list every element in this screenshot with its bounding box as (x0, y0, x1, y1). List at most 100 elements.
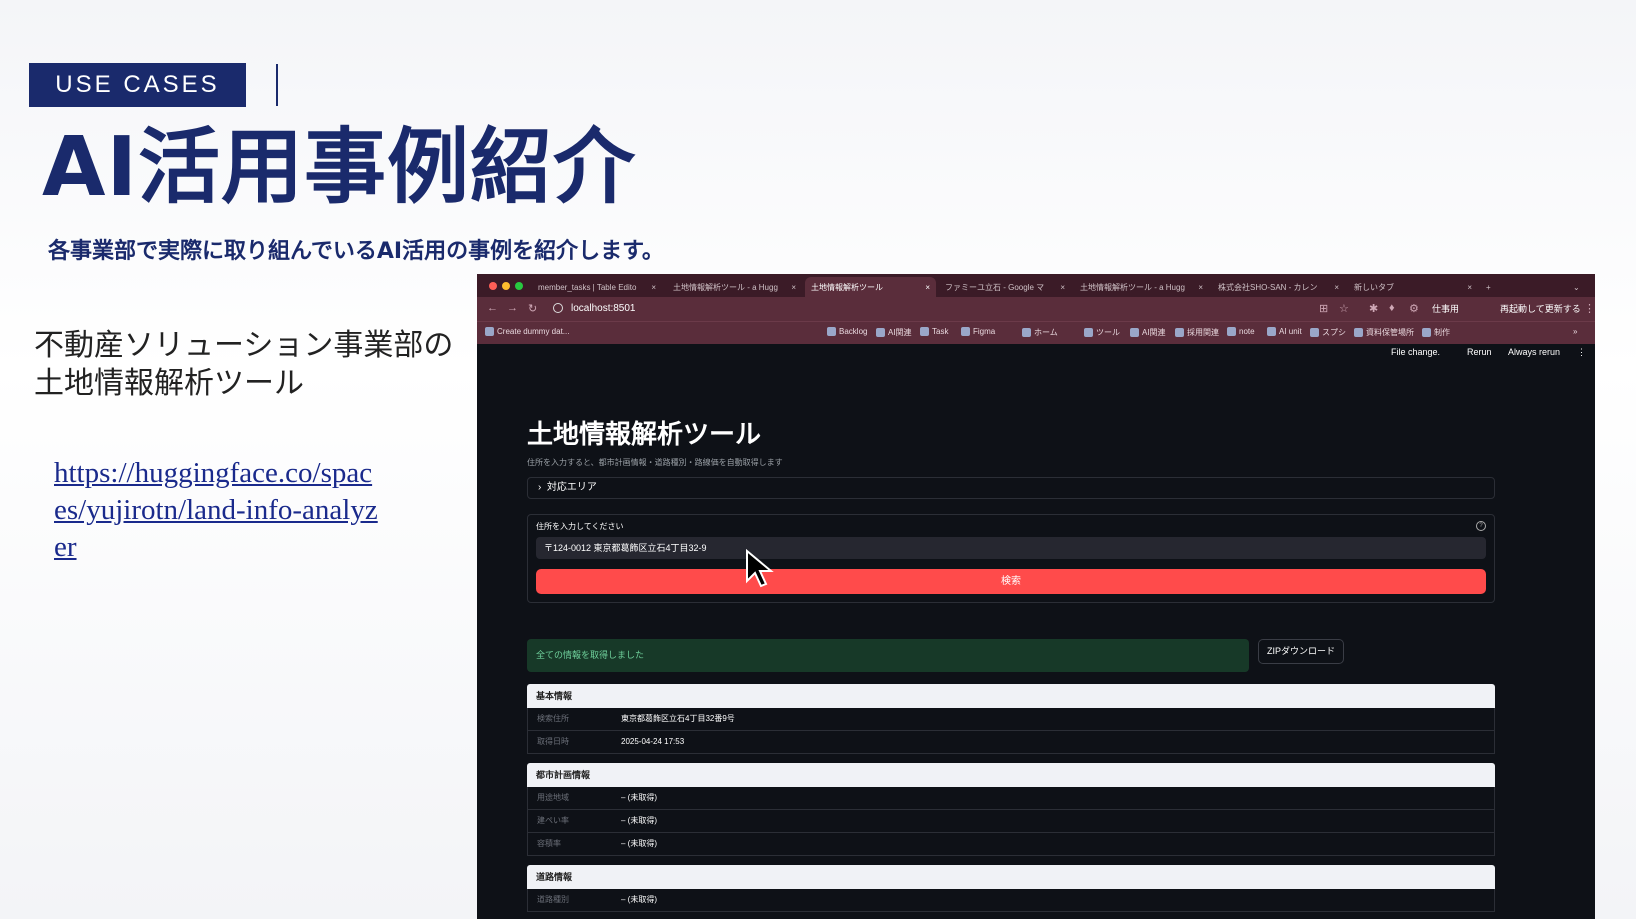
close-window-icon[interactable] (489, 282, 497, 290)
expander-label: 対応エリア (546, 482, 597, 493)
bookmark-item[interactable]: ホーム (1022, 327, 1058, 338)
bookmark-item[interactable]: AI unit (1267, 327, 1302, 337)
close-icon[interactable]: × (1463, 283, 1472, 292)
tab-label: ファミーユ立石 - Google マ (945, 282, 1045, 292)
row-key: 道路種別 (537, 895, 569, 904)
help-icon[interactable]: ? (1476, 521, 1486, 531)
close-icon[interactable]: × (1194, 283, 1203, 292)
row-value: 2025-04-24 17:53 (621, 737, 685, 746)
row-key: 容積率 (537, 839, 561, 848)
bookmark-label: Create dummy dat... (497, 327, 570, 336)
search-form: 住所を入力してください ? 〒124-0012 東京都葛飾区立石4丁目32-9 … (527, 514, 1495, 603)
section-header: 都市計画情報 (527, 763, 1495, 787)
bookmark-item[interactable]: Figma (961, 327, 996, 337)
section-header: 道路情報 (527, 865, 1495, 889)
browser-tab[interactable]: 新しいタブ × (1348, 277, 1478, 297)
table-row: 容積率 – (未取得) (527, 833, 1495, 856)
browser-tab[interactable]: 株式会社SHO-SAN - カレン × (1212, 277, 1345, 297)
site-info-icon (553, 303, 563, 314)
bookmark-folder[interactable]: AI関連 (1130, 327, 1166, 338)
url-text: localhost:8501 (571, 303, 636, 314)
bookmark-folder[interactable]: スプシ (1310, 327, 1346, 338)
slide-subtitle: 各事業部で実際に取り組んでいるAI活用の事例を紹介します。 (48, 239, 664, 264)
table-row: 道路種別 – (未取得) (527, 889, 1495, 912)
row-value: 東京都葛飾区立石4丁目32番9号 (621, 714, 735, 723)
bookmark-folder[interactable]: 制作 (1422, 327, 1450, 338)
new-tab-button[interactable]: + (1480, 277, 1500, 297)
mouse-cursor-icon (746, 549, 774, 588)
bookmark-label: Backlog (839, 327, 868, 336)
close-icon[interactable]: × (1330, 283, 1339, 292)
bookmark-label: AI unit (1279, 327, 1302, 336)
row-key: 建ぺい率 (537, 816, 569, 825)
close-icon[interactable]: × (787, 283, 796, 292)
row-value: – (未取得) (621, 895, 657, 904)
address-input-label: 住所を入力してください (536, 522, 624, 531)
always-rerun-button[interactable]: Always rerun (1508, 347, 1560, 357)
results-table: 基本情報 検索住所 東京都葛飾区立石4丁目32番9号 取得日時 2025-04-24… (527, 684, 1495, 912)
reload-icon[interactable]: ↻ (528, 302, 537, 315)
bookmark-item[interactable]: Create dummy dat... (485, 327, 570, 337)
zip-download-button[interactable]: ZIPダウンロード (1258, 639, 1344, 664)
relaunch-update-button[interactable]: 再起動して更新する (1500, 301, 1581, 317)
chevron-right-icon: › (538, 482, 547, 493)
bookmark-label: Figma (973, 327, 996, 336)
tab-label: 株式会社SHO-SAN - カレン (1218, 282, 1318, 292)
bookmark-item[interactable]: Task (920, 327, 948, 337)
profile-button[interactable]: 仕事用 (1432, 301, 1459, 317)
tab-label: member_tasks | Table Edito (538, 282, 637, 292)
back-icon[interactable]: ← (487, 302, 498, 314)
table-row: 取得日時 2025-04-24 17:53 (527, 731, 1495, 754)
tab-label: 土地情報解析ツール (811, 282, 883, 292)
more-bookmarks-icon[interactable]: » (1573, 327, 1577, 336)
search-button[interactable]: 検索 (536, 569, 1486, 594)
browser-tab[interactable]: 土地情報解析ツール - a Hugg × (1074, 277, 1209, 297)
bookmark-item[interactable]: AI関連 (876, 327, 912, 338)
bookmark-label: スプシ (1322, 328, 1346, 337)
browser-tab-active[interactable]: 土地情報解析ツール × (805, 277, 936, 297)
bell-icon[interactable]: ♦ (1389, 302, 1395, 314)
tab-list-chevron-icon[interactable]: ⌄ (1567, 277, 1587, 297)
address-input[interactable]: 〒124-0012 東京都葛飾区立石4丁目32-9 (536, 537, 1486, 559)
page-caption: 住所を入力すると、都市計画情報・道路種別・路線価を自動取得します (527, 458, 783, 467)
browser-tab-bar: member_tasks | Table Edito × 土地情報解析ツール - … (477, 274, 1595, 297)
minimize-window-icon[interactable] (502, 282, 510, 290)
slide-title: AI活用事例紹介 (42, 120, 636, 215)
row-value: – (未取得) (621, 793, 657, 802)
close-icon[interactable]: × (1056, 283, 1065, 292)
maximize-window-icon[interactable] (515, 282, 523, 290)
bookmark-label: 資料保管場所 (1366, 328, 1414, 337)
rerun-button[interactable]: Rerun (1467, 347, 1492, 357)
bookmark-item[interactable]: note (1227, 327, 1255, 337)
main-menu-icon[interactable]: ⋮ (1577, 347, 1586, 358)
bookmark-label: note (1239, 327, 1255, 336)
bookmark-folder[interactable]: 採用関連 (1175, 327, 1219, 338)
browser-tab[interactable]: 土地情報解析ツール - a Hugg × (667, 277, 802, 297)
area-expander[interactable]: › 対応エリア (527, 477, 1495, 499)
puzzle-icon[interactable]: ⚙ (1409, 302, 1419, 315)
bookmark-folder[interactable]: 資料保管場所 (1354, 327, 1414, 338)
translate-icon[interactable]: ⊞ (1319, 302, 1328, 315)
extension-icon[interactable]: ✱ (1369, 302, 1378, 315)
browser-tab[interactable]: member_tasks | Table Edito × (532, 277, 662, 297)
table-row: 建ぺい率 – (未取得) (527, 810, 1495, 833)
success-alert: 全ての情報を取得しました (527, 639, 1249, 672)
forward-icon[interactable]: → (507, 302, 518, 314)
bookmark-label: ツール (1096, 328, 1120, 337)
bookmark-item[interactable]: Backlog (827, 327, 868, 337)
tab-label: 土地情報解析ツール - a Hugg (1080, 282, 1185, 292)
browser-tab[interactable]: ファミーユ立石 - Google マ × (939, 277, 1071, 297)
bookmark-folder[interactable]: ツール (1084, 327, 1120, 338)
case-link[interactable]: https://huggingface.co/spaces/yujirotn/l… (54, 455, 384, 566)
row-key: 検索住所 (537, 714, 569, 723)
table-row: 用途地域 – (未取得) (527, 787, 1495, 810)
url-field[interactable]: localhost:8501 (553, 300, 1293, 318)
star-icon[interactable]: ☆ (1339, 302, 1349, 315)
row-value: – (未取得) (621, 816, 657, 825)
bookmark-label: AI関連 (1142, 328, 1166, 337)
close-icon[interactable]: × (921, 283, 930, 292)
bookmark-label: AI関連 (888, 328, 912, 337)
menu-kebab-icon[interactable]: ⋮ (1584, 302, 1595, 315)
use-cases-badge: USE CASES (29, 63, 246, 107)
close-icon[interactable]: × (647, 283, 656, 292)
